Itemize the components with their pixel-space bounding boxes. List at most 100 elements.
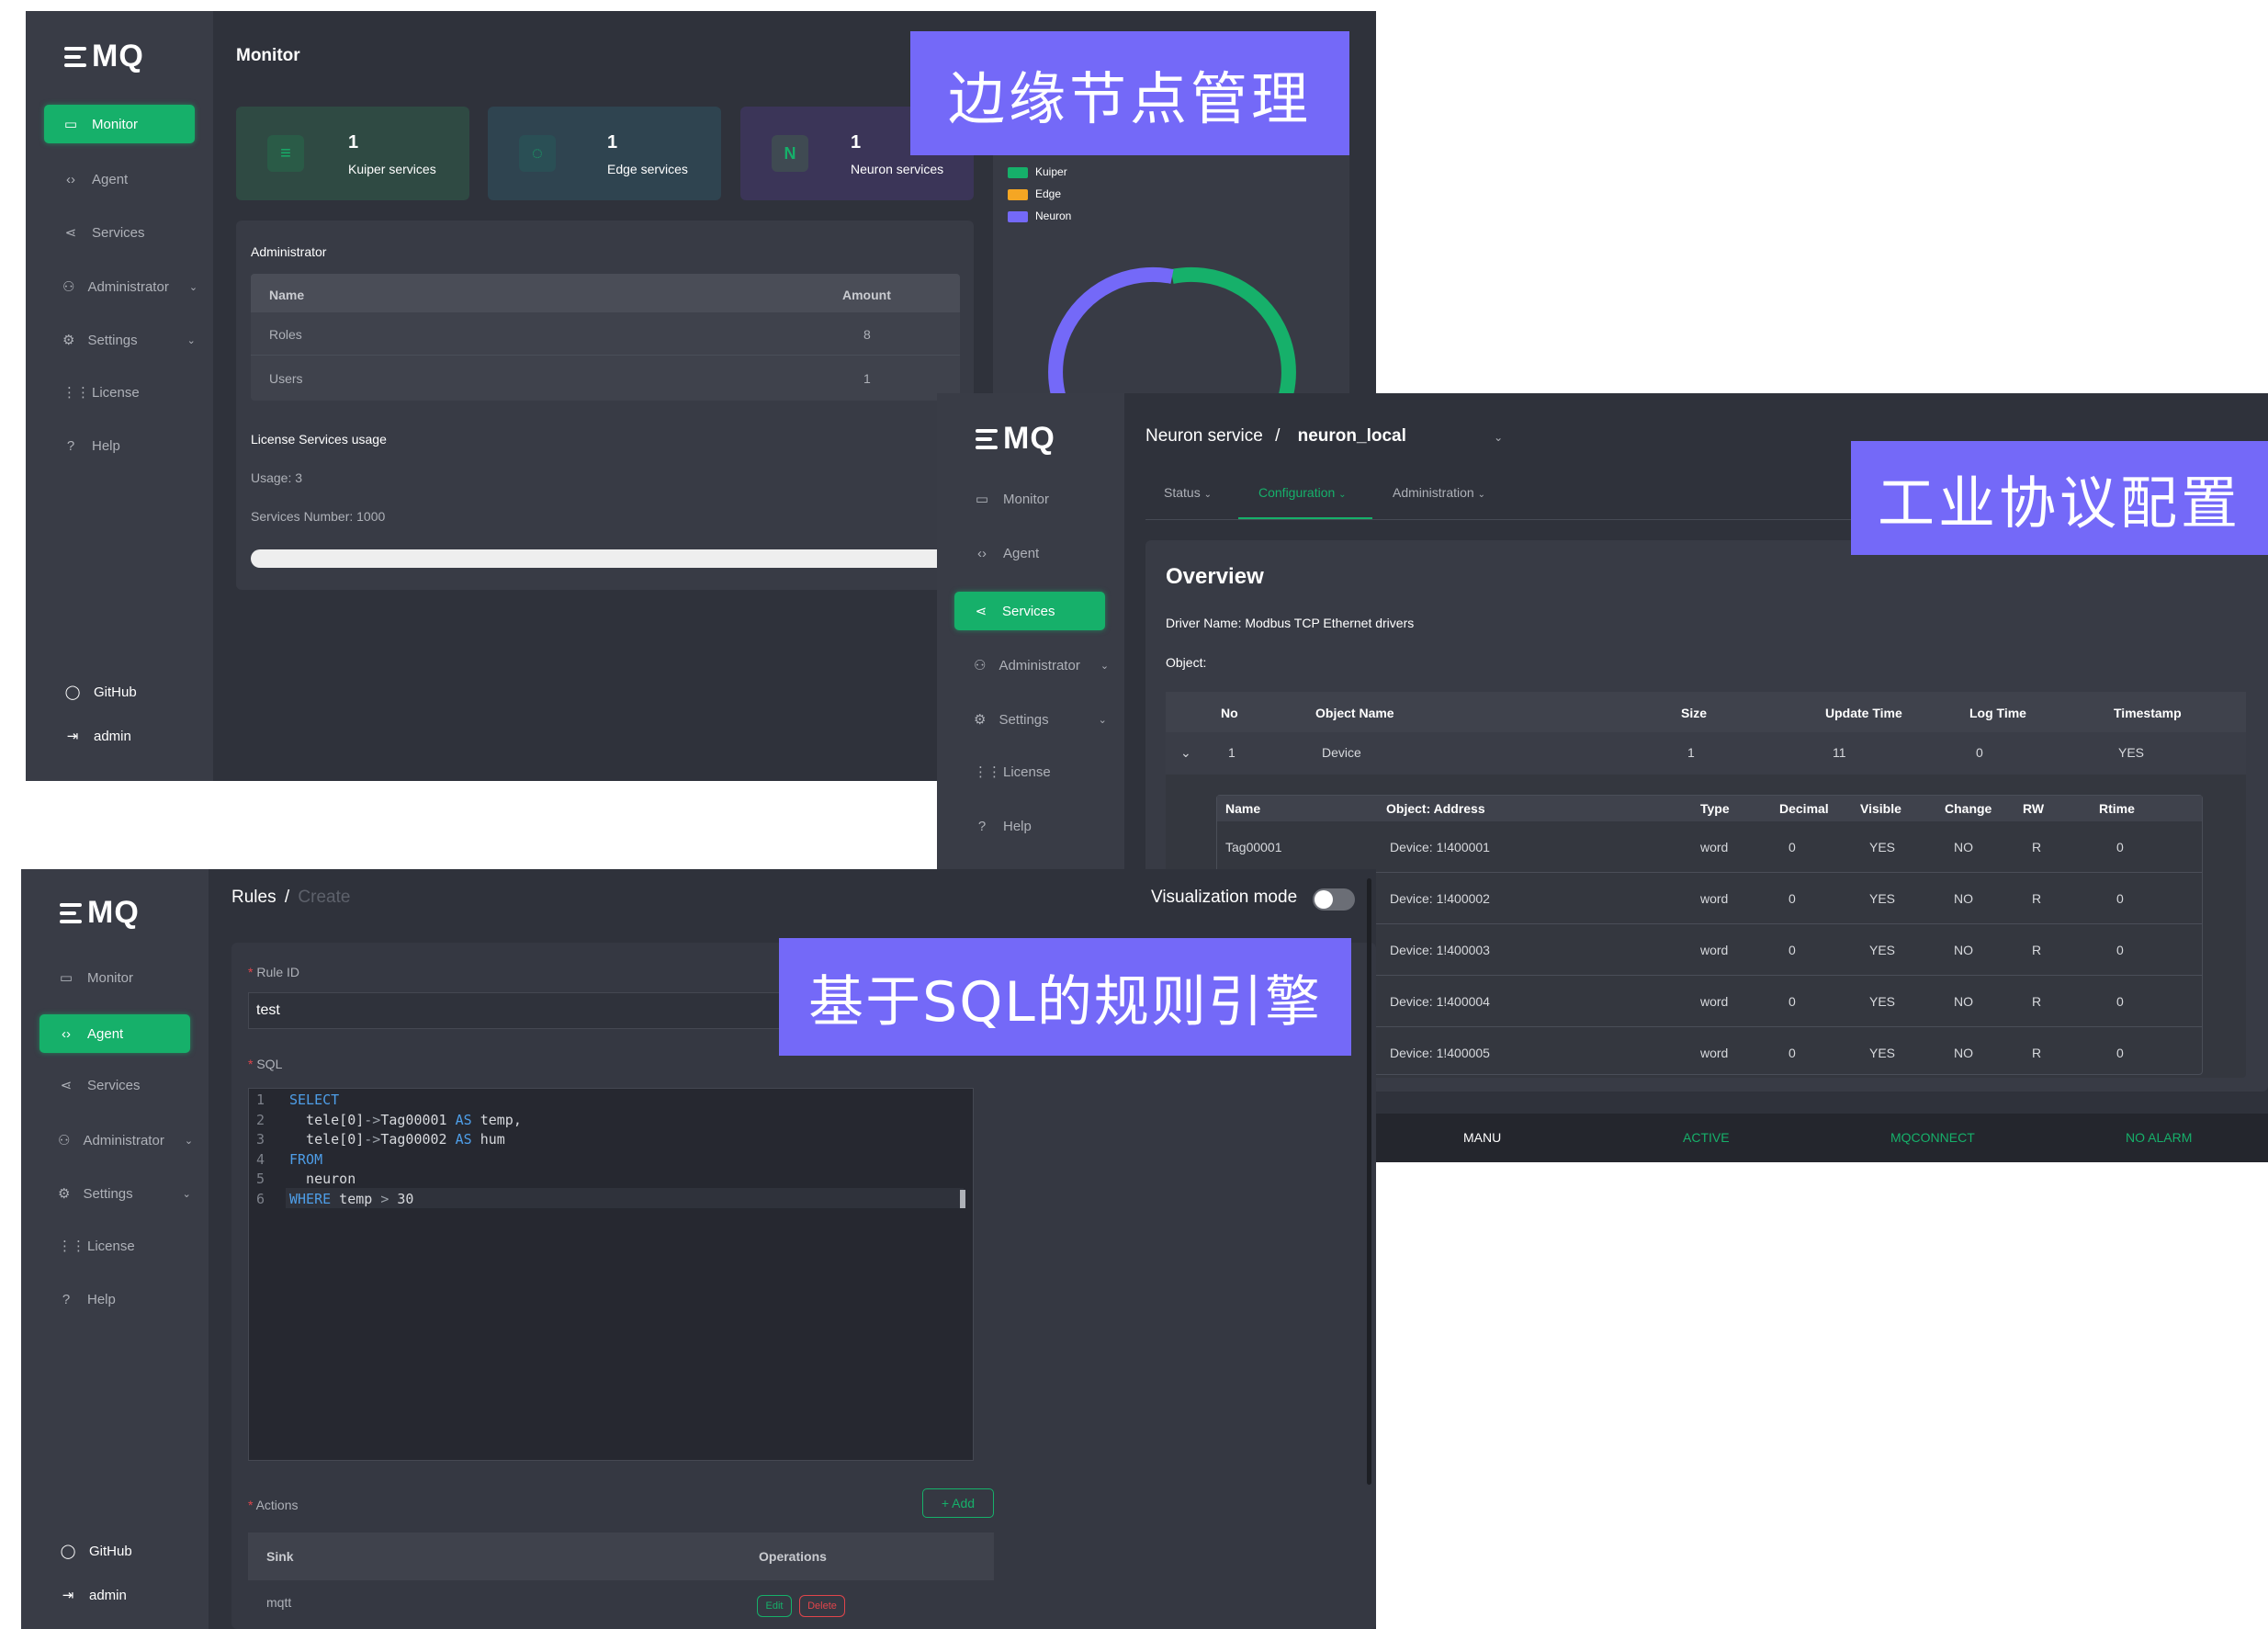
status-alarm: NO ALARM (2126, 1130, 2193, 1145)
actions-table: Sink Operations mqtt Edit Delete (248, 1533, 994, 1629)
sql-keyword: WHERE (289, 1190, 332, 1207)
sidebar-item-monitor[interactable]: ▭ Monitor (39, 958, 190, 997)
github-icon: ◯ (60, 1544, 76, 1559)
banner-protocol-config: 工业协议配置 (1851, 441, 2268, 555)
sidebar-item-agent[interactable]: ‹› Agent (39, 1014, 190, 1053)
chevron-down-icon: ⌄ (1100, 660, 1110, 672)
sql-token: neuron (289, 1171, 356, 1187)
visualization-mode-toggle[interactable] (1313, 888, 1355, 911)
sidebar-item-help[interactable]: ? Help (39, 1280, 190, 1318)
grid-icon: ⋮⋮ (974, 764, 1001, 780)
sql-label: * SQL (248, 1057, 283, 1071)
sidebar-item-services[interactable]: ⋖ Services (39, 1066, 190, 1104)
code-line: 2 tele[0]->Tag00001 AS temp, (256, 1111, 522, 1131)
status-connection: MQCONNECT (1890, 1130, 1975, 1145)
sidebar-item-license[interactable]: ⋮⋮ License (955, 752, 1106, 791)
sidebar-item-agent[interactable]: ‹› Agent (44, 160, 195, 198)
chevron-down-icon[interactable]: ⌄ (1494, 431, 1503, 444)
table-cell: 1 (863, 371, 871, 386)
users-icon: ⚇ (58, 1133, 71, 1148)
stat-card-kuiper[interactable]: ≡ 1 Kuiper services (236, 107, 469, 200)
sidebar-item-monitor[interactable]: ▭ Monitor (955, 480, 1106, 518)
monitor-icon: ▭ (975, 492, 989, 507)
legend-neuron-swatch (1008, 211, 1028, 222)
tab-administration[interactable]: Administration ⌄ (1393, 485, 1485, 500)
sidebar-item-administrator[interactable]: ⚇ Administrator ⌄ (39, 1121, 194, 1160)
sidebar-item-help[interactable]: ? Help (44, 426, 195, 465)
tab-configuration[interactable]: Configuration ⌄ (1258, 485, 1347, 500)
admin-logout[interactable]: ⇥ admin (60, 1587, 127, 1604)
logout-icon: ⇥ (62, 1588, 74, 1603)
sidebar-item-administrator[interactable]: ⚇ Administrator ⌄ (44, 267, 197, 306)
gear-icon: ⚙ (58, 1186, 71, 1202)
sql-editor[interactable]: 1 SELECT 2 tele[0]->Tag00001 AS temp, 3 tel… (248, 1088, 974, 1461)
add-action-button[interactable]: + Add (922, 1488, 994, 1518)
legend-label: Neuron (1035, 209, 1072, 222)
driver-name: Driver Name: Modbus TCP Ethernet drivers (1166, 616, 1415, 630)
users-icon: ⚇ (62, 279, 75, 295)
gear-icon: ⚙ (974, 712, 987, 728)
edge-icon: ◌ (519, 135, 556, 172)
services-number: Services Number: 1000 (251, 509, 386, 524)
sql-token: Tag00002 (380, 1131, 456, 1148)
stat-value: 1 (607, 132, 618, 153)
stat-label: Neuron services (851, 162, 944, 176)
breadcrumb-current: Create (298, 888, 351, 907)
sql-token: 30 (389, 1190, 414, 1207)
admin-logout[interactable]: ⇥ admin (64, 728, 131, 745)
tab-status[interactable]: Status ⌄ (1164, 485, 1212, 500)
admin-table: Name Amount Roles 8 Users 1 (251, 274, 960, 401)
code-line: 1 SELECT (256, 1091, 522, 1111)
code-icon: ‹› (62, 1025, 71, 1042)
sidebar-item-settings[interactable]: ⚙ Settings ⌄ (39, 1174, 191, 1213)
stat-label: Kuiper services (348, 162, 436, 176)
code-icon: ‹› (66, 171, 75, 187)
rules-window: MQ ▭ Monitor ‹› Agent ⋖ Services ⚇ Administr… (21, 869, 1376, 1629)
sidebar-item-monitor[interactable]: ▭ Monitor (44, 105, 195, 143)
banner-sql-rule-engine: 基于SQL的规则引擎 (779, 938, 1351, 1056)
stat-card-edge[interactable]: ◌ 1 Edge services (488, 107, 721, 200)
sidebar-item-settings[interactable]: ⚙ Settings ⌄ (955, 700, 1107, 739)
edit-button[interactable]: Edit (757, 1595, 792, 1617)
help-icon: ? (66, 437, 75, 454)
expand-chevron-icon[interactable]: ⌄ (1180, 745, 1191, 761)
chevron-down-icon: ⌄ (182, 1188, 191, 1200)
sidebar-item-services[interactable]: ⋖ Services (954, 592, 1105, 630)
banner-edge-management: 边缘节点管理 (910, 31, 1349, 155)
line-number: 6 (256, 1190, 265, 1207)
sidebar-item-agent[interactable]: ‹› Agent (955, 534, 1106, 572)
emq-logo: MQ (60, 895, 140, 931)
line-number: 1 (256, 1092, 265, 1108)
sql-keyword: AS (455, 1111, 472, 1128)
table-row[interactable]: Tag00001 Device: 1!400001 word 0 YES NO … (1217, 821, 2202, 873)
grid-icon: ⋮⋮ (58, 1239, 85, 1254)
breadcrumb-parent[interactable]: Neuron service (1145, 426, 1263, 446)
stat-label: Edge services (607, 162, 688, 176)
table-row[interactable]: ⌄ 1 Device 1 11 0 YES (1166, 732, 2246, 775)
sidebar-item-services[interactable]: ⋖ Services (44, 213, 195, 252)
code-icon: ‹› (977, 545, 987, 561)
grid-icon: ⋮⋮ (62, 385, 90, 401)
github-link[interactable]: ◯ GitHub (60, 1543, 132, 1560)
stat-value: 1 (851, 132, 862, 153)
line-number: 4 (256, 1150, 265, 1168)
scrollbar[interactable] (1367, 878, 1371, 1485)
sidebar-item-license[interactable]: ⋮⋮ License (44, 373, 195, 412)
sidebar-item-license[interactable]: ⋮⋮ License (39, 1227, 190, 1265)
github-link[interactable]: ◯ GitHub (64, 684, 137, 701)
table-cell: 8 (863, 327, 871, 342)
chevron-down-icon: ⌄ (184, 1135, 194, 1147)
rule-id-input[interactable] (248, 992, 818, 1029)
code-line: 5 neuron (256, 1170, 522, 1190)
rule-id-label: * Rule ID (248, 965, 300, 979)
sql-token: tele[0] (289, 1131, 365, 1148)
sidebar-item-administrator[interactable]: ⚇ Administrator ⌄ (955, 646, 1110, 684)
sidebar-item-help[interactable]: ? Help (955, 807, 1106, 845)
breadcrumb: Rules / Create (231, 888, 351, 907)
help-icon: ? (62, 1291, 71, 1307)
breadcrumb-parent[interactable]: Rules (231, 888, 276, 907)
sidebar-item-settings[interactable]: ⚙ Settings ⌄ (44, 321, 196, 359)
actions-label: * Actions (248, 1498, 299, 1512)
delete-button[interactable]: Delete (799, 1595, 845, 1617)
gear-icon: ⚙ (62, 333, 75, 348)
